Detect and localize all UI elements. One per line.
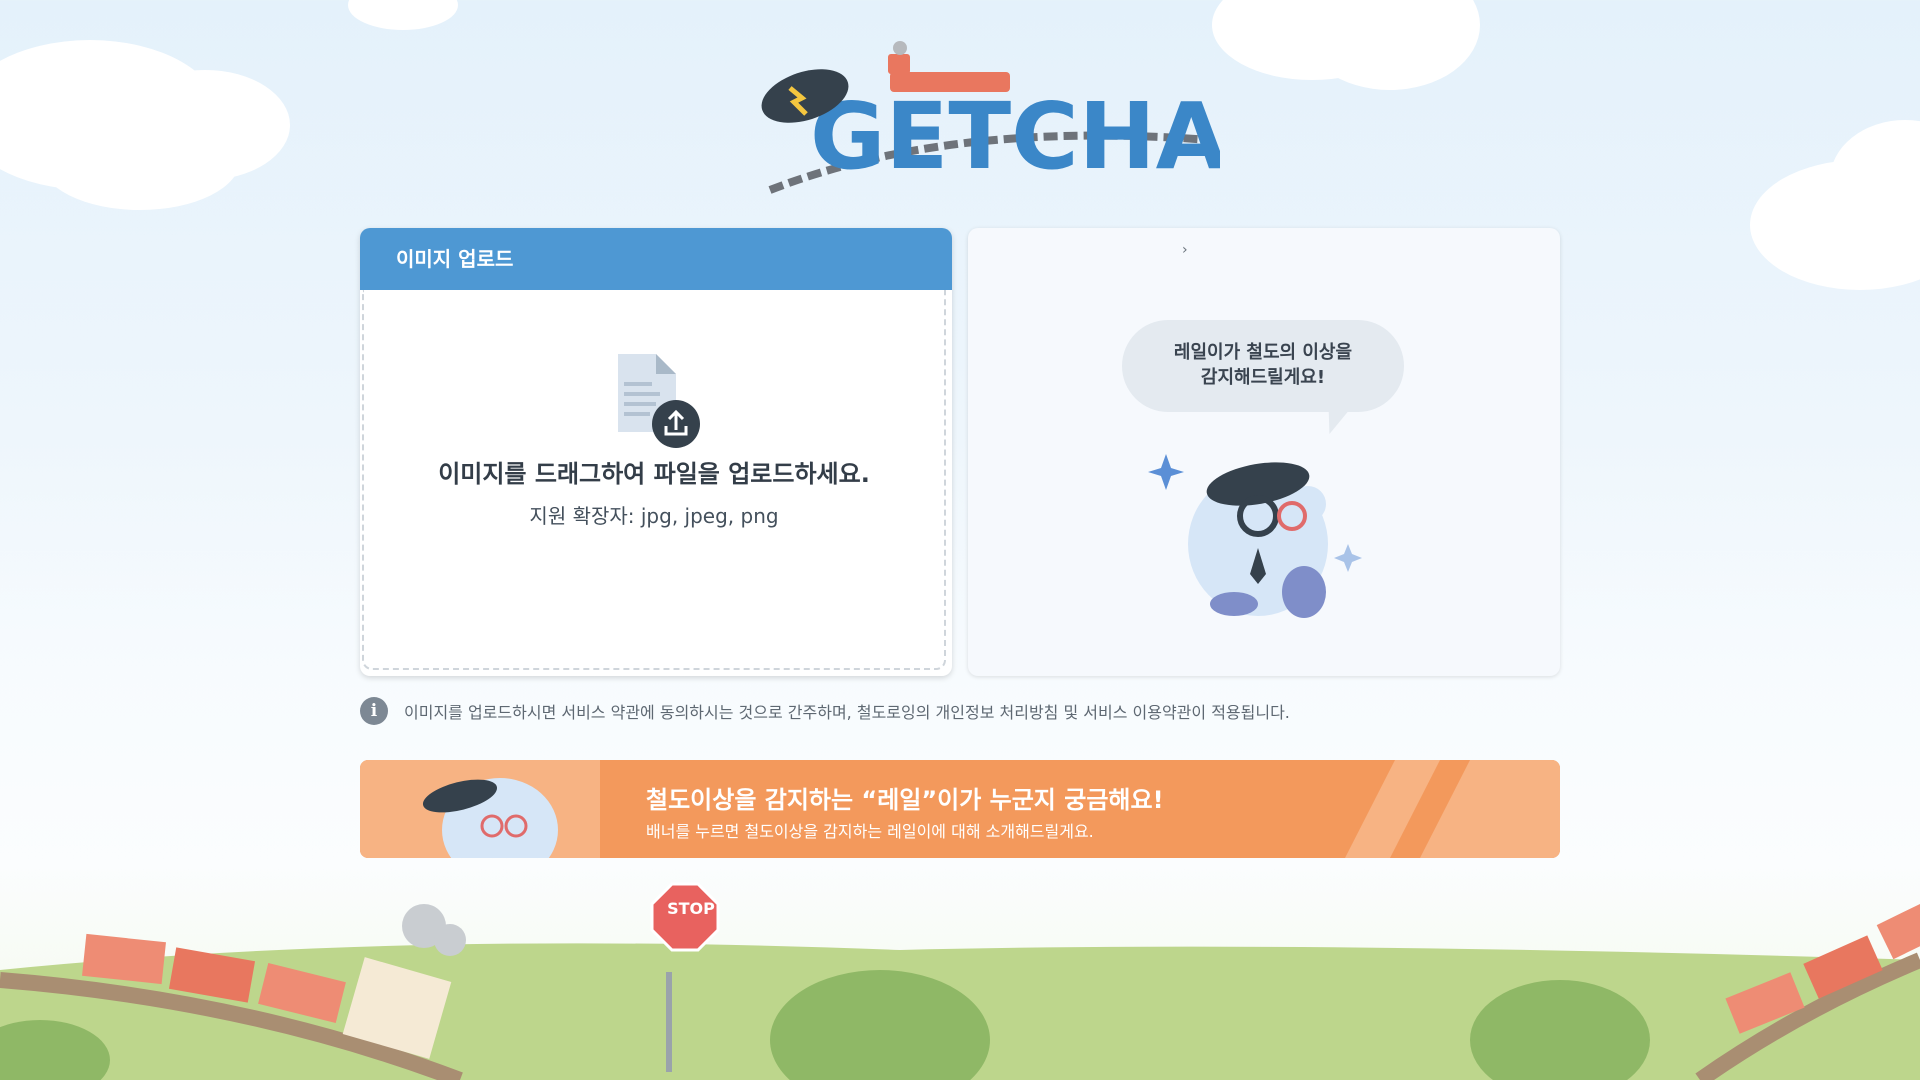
terms-notice-text: 이미지를 업로드하시면 서비스 약관에 동의하시는 것으로 간주하며, 철도로잉… [404,703,1290,722]
mascot-intro-banner[interactable]: 철도이상을 감지하는 “레일”이가 누군지 궁금해요! 배너를 누르면 철도이상… [360,760,1560,858]
cloud-decoration [40,110,240,210]
cloud-decoration [348,0,458,30]
banner-title: 철도이상을 감지하는 “레일”이가 누군지 궁금해요! [646,786,1164,814]
file-upload-icon [618,354,700,448]
bubble-line-2: 감지해드릴게요! [1200,367,1326,388]
landscape-illustration: STOP [0,882,1920,1080]
bubble-line-1: 레일이가 철도의 이상을 [1173,342,1353,363]
upload-dropzone[interactable]: 이미지를 드래그하여 파일을 업로드하세요. 지원 확장자: jpg, jpeg… [362,290,946,670]
rail-mascot-illustration [1148,454,1362,618]
mascot-panel: › 레일이가 철도의 이상을 감지해드릴게요! [968,228,1560,676]
upload-card: 이미지 업로드 이미지를 드래그하여 파일을 업로드하세요. 지원 확장자: j… [360,228,952,676]
getcha-logo[interactable]: GETCHA [750,40,1220,200]
svg-text:GETCHA: GETCHA [810,83,1220,190]
speech-bubble: 레일이가 철도의 이상을 감지해드릴게요! [1122,320,1404,412]
chevron-right-icon: › [1182,242,1188,258]
info-icon: i [360,697,388,725]
upload-supported-formats: 지원 확장자: jpg, jpeg, png [529,504,779,528]
upload-instruction: 이미지를 드래그하여 파일을 업로드하세요. [438,460,870,488]
terms-notice: i 이미지를 업로드하시면 서비스 약관에 동의하시는 것으로 간주하며, 철도… [360,696,1290,726]
banner-subtitle: 배너를 누르면 철도이상을 감지하는 레일이에 대해 소개해드릴게요. [646,822,1094,841]
upload-header: 이미지 업로드 [360,228,952,290]
stop-sign-label: STOP [667,899,715,918]
